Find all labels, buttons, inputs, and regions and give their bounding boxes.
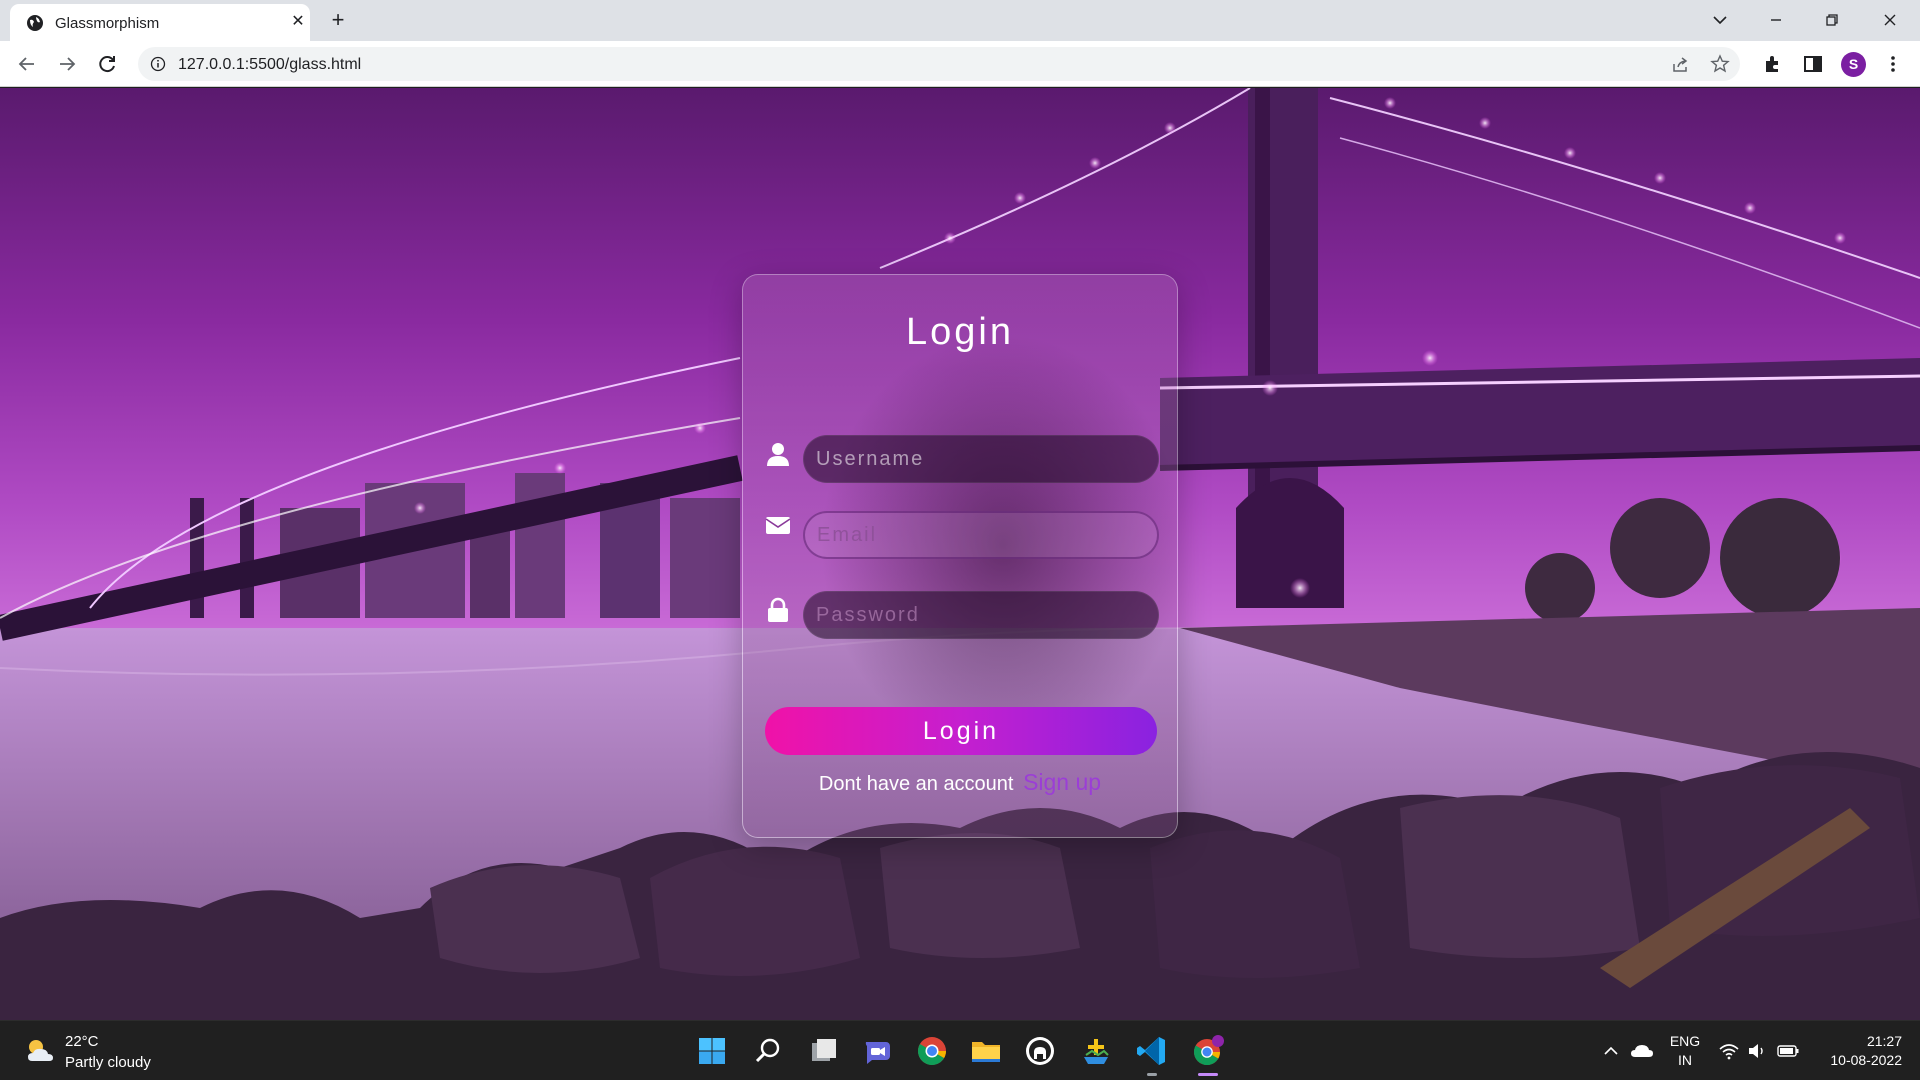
chrome-active-indicator <box>1198 1073 1218 1076</box>
password-input[interactable] <box>804 592 1158 638</box>
clock-date: 10-08-2022 <box>1830 1052 1902 1068</box>
username-input[interactable] <box>804 436 1158 482</box>
weather-temp[interactable]: 22°C <box>65 1033 99 1050</box>
region-code: IN <box>1678 1052 1692 1068</box>
page-viewport: Login Login Dont have an account Sign up <box>0 88 1920 1020</box>
password-field[interactable] <box>803 591 1159 639</box>
teams-chat-icon[interactable] <box>860 1033 896 1069</box>
new-tab-button[interactable]: + <box>326 8 350 32</box>
task-view-icon[interactable] <box>806 1033 842 1069</box>
wifi-icon[interactable] <box>1718 1039 1740 1063</box>
info-icon[interactable] <box>150 56 166 72</box>
tab-glassmorphism[interactable]: Glassmorphism ✕ <box>10 4 310 41</box>
volume-icon[interactable] <box>1746 1039 1768 1063</box>
vscode-icon[interactable] <box>1134 1033 1170 1069</box>
restore-icon[interactable] <box>1818 6 1846 34</box>
side-panel-icon[interactable] <box>1802 53 1824 75</box>
tab-close-button[interactable]: ✕ <box>288 12 308 32</box>
url-text[interactable]: 127.0.0.1:5500/glass.html <box>178 56 361 74</box>
app-icon[interactable] <box>1078 1033 1114 1069</box>
envelope-icon <box>765 517 791 534</box>
username-field[interactable] <box>803 435 1159 483</box>
profile-avatar[interactable]: S <box>1841 52 1866 77</box>
minimize-icon[interactable] <box>1762 6 1790 34</box>
battery-icon[interactable] <box>1776 1039 1800 1063</box>
forward-icon[interactable] <box>52 49 82 79</box>
chrome-icon[interactable] <box>914 1033 950 1069</box>
github-icon[interactable] <box>1022 1033 1058 1069</box>
vscode-running-indicator <box>1147 1073 1157 1076</box>
onedrive-cloud-icon[interactable] <box>1630 1039 1654 1063</box>
email-input[interactable] <box>805 513 1157 557</box>
reload-icon[interactable] <box>92 49 122 79</box>
email-field[interactable] <box>803 511 1159 559</box>
chevron-up-icon[interactable] <box>1602 1039 1620 1063</box>
globe-icon <box>27 15 43 31</box>
browser-toolbar: 127.0.0.1:5500/glass.html S <box>0 41 1920 87</box>
weather-desc[interactable]: Partly cloudy <box>65 1054 151 1071</box>
clock[interactable]: 21:27 10-08-2022 <box>1810 1032 1902 1070</box>
lock-icon <box>768 597 788 622</box>
login-title: Login <box>906 311 1014 353</box>
share-icon[interactable] <box>1670 55 1690 75</box>
signup-row: Dont have an account Sign up <box>743 769 1177 796</box>
search-icon[interactable] <box>750 1033 786 1069</box>
partly-cloudy-icon[interactable] <box>24 1035 56 1065</box>
chrome-profile-icon[interactable] <box>1190 1033 1226 1069</box>
language-indicator[interactable]: ENG IN <box>1668 1032 1702 1070</box>
chevron-down-icon[interactable] <box>1706 6 1734 34</box>
tab-title: Glassmorphism <box>55 15 160 32</box>
taskbar: 22°C Partly cloudy ENG IN 21:27 10-08-20… <box>0 1020 1920 1080</box>
back-icon[interactable] <box>12 49 42 79</box>
address-bar[interactable]: 127.0.0.1:5500/glass.html <box>138 47 1740 81</box>
user-icon <box>767 443 789 466</box>
clock-time: 21:27 <box>1866 1033 1902 1049</box>
close-icon[interactable] <box>1876 6 1904 34</box>
signup-prompt: Dont have an account <box>818 773 1014 795</box>
signup-link[interactable]: Sign up <box>1023 769 1101 795</box>
language-code: ENG <box>1669 1033 1701 1049</box>
menu-kebab-icon[interactable] <box>1882 53 1904 75</box>
start-icon[interactable] <box>694 1033 730 1069</box>
extensions-icon[interactable] <box>1762 53 1784 75</box>
tab-strip: Glassmorphism ✕ + <box>0 0 1920 41</box>
file-explorer-icon[interactable] <box>968 1033 1004 1069</box>
login-card: Login Login Dont have an account Sign up <box>742 274 1178 838</box>
login-button[interactable]: Login <box>765 707 1157 755</box>
bookmark-star-icon[interactable] <box>1710 54 1730 74</box>
